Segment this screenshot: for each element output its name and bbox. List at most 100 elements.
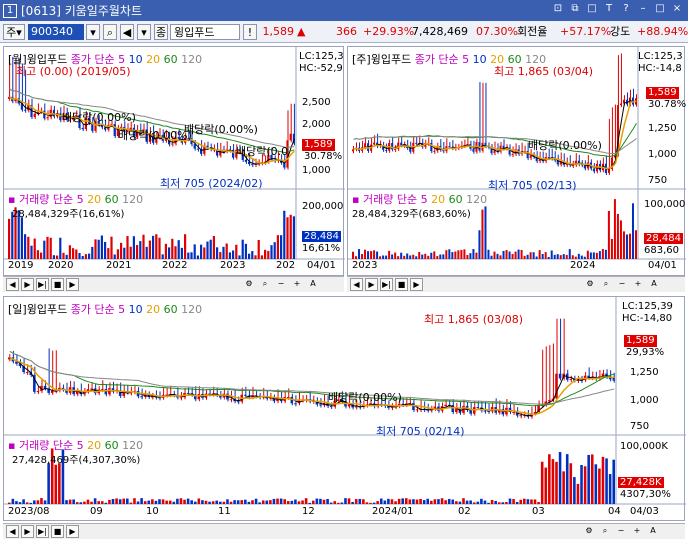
prev-button[interactable]: ◀ — [6, 278, 19, 291]
volume-bar — [406, 253, 409, 259]
copy-icon[interactable]: ⧉ — [568, 2, 582, 16]
hc-label: HC:-14,8 — [638, 63, 682, 74]
volume-bar — [158, 499, 161, 504]
candle-body — [612, 379, 615, 381]
volume-bar — [269, 500, 272, 504]
volume-bar — [30, 245, 33, 259]
dividend-annotation: 배당락(0.00%) — [118, 129, 192, 142]
plus-icon[interactable]: + — [291, 278, 303, 291]
volume-bar — [36, 500, 40, 504]
volume-bar — [508, 498, 512, 504]
volume-bar — [197, 498, 201, 504]
minus-icon[interactable]: − — [615, 525, 627, 538]
volume-bar — [171, 238, 174, 259]
candle-body — [36, 391, 40, 393]
moving-average-line — [9, 356, 615, 416]
chart-panel-long[interactable]: [월]윙입푸드 종가 단순 5 10 20 60 120 LC:125,3 HC… — [3, 46, 345, 276]
text-icon[interactable]: A — [648, 278, 660, 291]
volume-bar — [326, 499, 329, 504]
candle-body — [104, 389, 108, 395]
next-button[interactable]: ▶ — [21, 525, 34, 538]
volume-bar — [358, 249, 361, 259]
volume-bar — [152, 235, 155, 259]
minus-icon[interactable]: − — [275, 278, 287, 291]
search-icon[interactable]: ▾ — [86, 24, 100, 40]
volume-bar — [523, 498, 526, 504]
prev-button[interactable]: ◀ — [6, 525, 19, 538]
candle-body — [46, 117, 49, 119]
play-button[interactable]: ▶ — [66, 525, 79, 538]
candle-body — [196, 148, 199, 150]
stop-button[interactable]: ■ — [395, 278, 408, 291]
gear-icon[interactable]: ⚙ — [584, 278, 596, 291]
maximize-icon[interactable]: □ — [653, 2, 667, 16]
stock-badge-icon[interactable]: 종 — [154, 24, 168, 40]
chart-canvas-long[interactable] — [4, 47, 345, 261]
price-tag: 1,589 — [624, 335, 657, 347]
volume-bar — [33, 500, 36, 504]
font-icon[interactable]: T — [602, 2, 616, 16]
ma-label: 종가 단순 — [70, 303, 115, 316]
text-icon[interactable]: A — [307, 278, 319, 291]
search-button-icon[interactable]: ⌕ — [103, 24, 117, 40]
volume-bar — [273, 242, 276, 259]
chart-canvas-weekly[interactable] — [348, 47, 686, 261]
market-select[interactable]: 주▾ — [3, 24, 25, 40]
end-button[interactable]: ▶| — [36, 278, 49, 291]
candle-body — [558, 373, 562, 379]
dropdown-icon[interactable]: ▾ — [137, 24, 151, 40]
plus-icon[interactable]: + — [631, 525, 643, 538]
stop-button[interactable]: ■ — [51, 525, 64, 538]
volume-bar — [354, 499, 358, 504]
close-icon[interactable]: × — [670, 2, 684, 16]
stop-button[interactable]: ■ — [51, 278, 64, 291]
text-icon[interactable]: A — [647, 525, 659, 538]
chart-panel-weekly[interactable]: [주]윙입푸드 종가 단순 5 10 20 60 120 LC:125,3 HC… — [347, 46, 686, 276]
zoom-icon[interactable]: ⌕ — [259, 278, 271, 291]
help-icon[interactable]: ? — [619, 2, 633, 16]
speaker-icon[interactable]: ◀ — [120, 24, 134, 40]
volume-bar — [469, 500, 472, 504]
volume-bar — [238, 255, 241, 259]
next-button[interactable]: ▶ — [21, 278, 34, 291]
next-button[interactable]: ▶ — [365, 278, 378, 291]
chart-panel-daily[interactable]: [일]윙입푸드 종가 단순 5 10 20 60 120 LC:125,39 H… — [3, 296, 686, 521]
volume-bar — [565, 454, 569, 504]
play-button[interactable]: ▶ — [410, 278, 423, 291]
volume-bar — [289, 214, 292, 259]
minus-icon[interactable]: − — [616, 278, 628, 291]
zoom-icon[interactable]: ⌕ — [599, 525, 611, 538]
gear-icon[interactable]: ⚙ — [243, 278, 255, 291]
info-icon[interactable]: ! — [243, 24, 257, 40]
volume-bar — [571, 255, 574, 259]
zoom-icon[interactable]: ⌕ — [600, 278, 612, 291]
volume-bar — [385, 255, 388, 259]
volume-bar — [81, 255, 84, 259]
volume-bar — [580, 255, 583, 259]
volume-bar — [628, 233, 631, 259]
volume-bar — [544, 252, 547, 259]
gear-icon[interactable]: ⚙ — [583, 525, 595, 538]
volume-bar — [526, 254, 529, 259]
stock-code-input[interactable]: 900340 — [28, 24, 84, 40]
volume-bar — [595, 252, 598, 259]
volume-bar — [43, 500, 47, 504]
minimize-icon[interactable]: – — [636, 2, 650, 16]
volume-bar — [565, 254, 568, 259]
prev-button[interactable]: ◀ — [350, 278, 363, 291]
volume-bar — [247, 501, 251, 504]
plus-icon[interactable]: + — [632, 278, 644, 291]
layout-icon[interactable]: □ — [585, 2, 599, 16]
play-button[interactable]: ▶ — [66, 278, 79, 291]
volume-bar — [196, 255, 199, 259]
volume-bar — [209, 239, 212, 259]
end-button[interactable]: ▶| — [36, 525, 49, 538]
chart-nav-daily: ◀ ▶ ▶| ■ ▶ ⚙ ⌕ − + A — [3, 523, 685, 539]
end-button[interactable]: ▶| — [380, 278, 393, 291]
volume-bar — [139, 241, 142, 259]
x-tick: 2019 — [8, 260, 34, 271]
link-icon[interactable]: ⊡ — [551, 2, 565, 16]
volume-bar — [215, 500, 219, 504]
volume-bar — [540, 461, 544, 504]
volume-bar — [203, 247, 206, 259]
